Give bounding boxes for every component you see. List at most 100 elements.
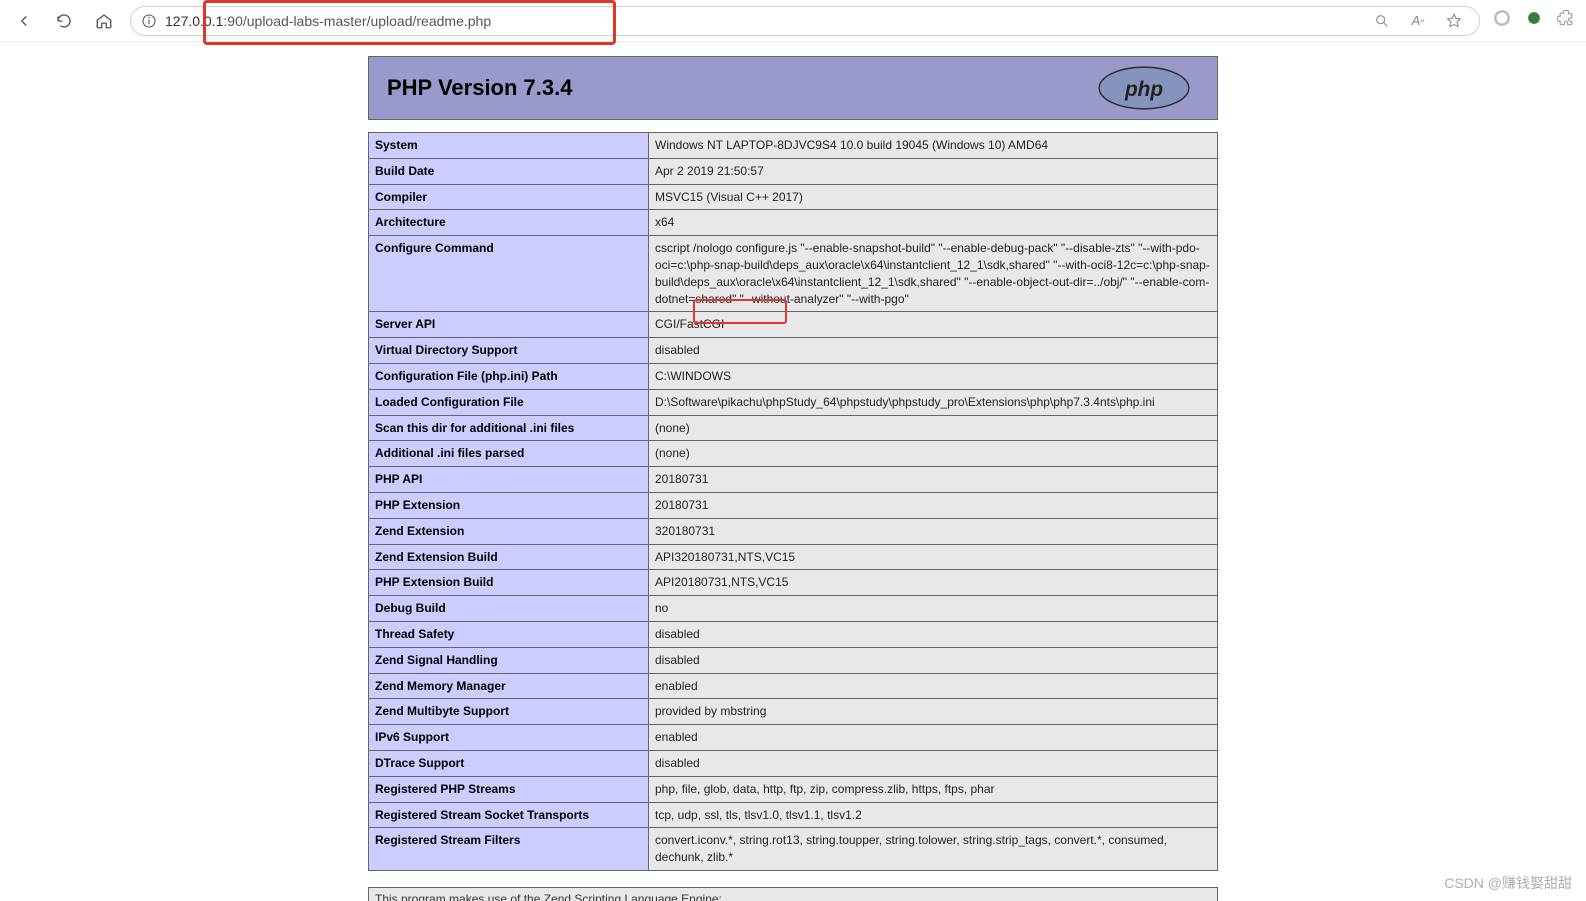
table-row: Zend Memory Managerenabled	[369, 673, 1218, 699]
info-value: php, file, glob, data, http, ftp, zip, c…	[649, 776, 1218, 802]
info-key: Scan this dir for additional .ini files	[369, 415, 649, 441]
table-row: Server APICGI/FastCGI	[369, 312, 1218, 338]
address-bar[interactable]: 127.0.0.1:90/upload-labs-master/upload/r…	[130, 6, 1480, 36]
info-value: enabled	[649, 725, 1218, 751]
extension-puzzle-icon[interactable]	[1556, 8, 1576, 33]
table-row: Loaded Configuration FileD:\Software\pik…	[369, 389, 1218, 415]
page-title: PHP Version 7.3.4	[387, 75, 572, 101]
table-row: Virtual Directory Supportdisabled	[369, 338, 1218, 364]
info-key: DTrace Support	[369, 750, 649, 776]
info-key: Configuration File (php.ini) Path	[369, 363, 649, 389]
site-info-icon[interactable]	[141, 13, 157, 29]
table-row: DTrace Supportdisabled	[369, 750, 1218, 776]
url-text: 127.0.0.1:90/upload-labs-master/upload/r…	[165, 13, 1367, 29]
home-button[interactable]	[90, 7, 118, 35]
info-value: no	[649, 596, 1218, 622]
url-host: 127.0.0.1	[165, 13, 223, 29]
info-key: Configure Command	[369, 236, 649, 312]
zoom-icon[interactable]	[1371, 10, 1393, 32]
info-value: Windows NT LAPTOP-8DJVC9S4 10.0 build 19…	[649, 133, 1218, 159]
extension-green-icon[interactable]	[1524, 8, 1544, 33]
php-logo: php	[1089, 64, 1199, 112]
info-value: 20180731	[649, 467, 1218, 493]
info-value: API320180731,NTS,VC15	[649, 544, 1218, 570]
table-row: Zend Extension320180731	[369, 518, 1218, 544]
url-path: :90/upload-labs-master/upload/readme.php	[223, 13, 491, 29]
info-value: provided by mbstring	[649, 699, 1218, 725]
info-value: D:\Software\pikachu\phpStudy_64\phpstudy…	[649, 389, 1218, 415]
table-row: Zend Multibyte Supportprovided by mbstri…	[369, 699, 1218, 725]
info-value: x64	[649, 210, 1218, 236]
info-key: Registered Stream Socket Transports	[369, 802, 649, 828]
table-row: Registered Stream Filtersconvert.iconv.*…	[369, 828, 1218, 871]
info-key: PHP Extension	[369, 492, 649, 518]
info-value: C:\WINDOWS	[649, 363, 1218, 389]
info-value: Apr 2 2019 21:50:57	[649, 158, 1218, 184]
footer-note: This program makes use of the Zend Scrip…	[368, 887, 1218, 901]
table-row: Build DateApr 2 2019 21:50:57	[369, 158, 1218, 184]
info-key: IPv6 Support	[369, 725, 649, 751]
info-key: Build Date	[369, 158, 649, 184]
info-key: Virtual Directory Support	[369, 338, 649, 364]
info-key: Zend Multibyte Support	[369, 699, 649, 725]
favorite-icon[interactable]	[1443, 10, 1465, 32]
info-value: (none)	[649, 441, 1218, 467]
table-row: Architecturex64	[369, 210, 1218, 236]
info-key: PHP Extension Build	[369, 570, 649, 596]
info-value: CGI/FastCGI	[649, 312, 1218, 338]
info-value: 320180731	[649, 518, 1218, 544]
info-key: Architecture	[369, 210, 649, 236]
table-row: Zend Signal Handlingdisabled	[369, 647, 1218, 673]
table-row: IPv6 Supportenabled	[369, 725, 1218, 751]
phpinfo-header: PHP Version 7.3.4 php	[368, 56, 1218, 120]
info-key: Zend Extension	[369, 518, 649, 544]
extension-circle-icon[interactable]	[1492, 8, 1512, 33]
info-value: cscript /nologo configure.js "--enable-s…	[649, 236, 1218, 312]
phpinfo-table: SystemWindows NT LAPTOP-8DJVC9S4 10.0 bu…	[368, 132, 1218, 871]
table-row: Configure Commandcscript /nologo configu…	[369, 236, 1218, 312]
refresh-button[interactable]	[50, 7, 78, 35]
table-row: Additional .ini files parsed(none)	[369, 441, 1218, 467]
table-row: Debug Buildno	[369, 596, 1218, 622]
info-key: Zend Signal Handling	[369, 647, 649, 673]
read-aloud-icon[interactable]: A»	[1407, 10, 1429, 32]
info-value: API20180731,NTS,VC15	[649, 570, 1218, 596]
table-row: Scan this dir for additional .ini files(…	[369, 415, 1218, 441]
table-row: CompilerMSVC15 (Visual C++ 2017)	[369, 184, 1218, 210]
info-value: disabled	[649, 338, 1218, 364]
info-key: Additional .ini files parsed	[369, 441, 649, 467]
browser-toolbar: 127.0.0.1:90/upload-labs-master/upload/r…	[0, 0, 1586, 42]
table-row: PHP API20180731	[369, 467, 1218, 493]
table-row: Registered PHP Streamsphp, file, glob, d…	[369, 776, 1218, 802]
back-button[interactable]	[10, 7, 38, 35]
info-key: Debug Build	[369, 596, 649, 622]
info-value: (none)	[649, 415, 1218, 441]
info-key: Compiler	[369, 184, 649, 210]
info-key: Registered Stream Filters	[369, 828, 649, 871]
info-key: PHP API	[369, 467, 649, 493]
table-row: PHP Extension20180731	[369, 492, 1218, 518]
info-key: Thread Safety	[369, 621, 649, 647]
info-value: 20180731	[649, 492, 1218, 518]
table-row: SystemWindows NT LAPTOP-8DJVC9S4 10.0 bu…	[369, 133, 1218, 159]
info-key: System	[369, 133, 649, 159]
info-value: disabled	[649, 647, 1218, 673]
table-row: Configuration File (php.ini) PathC:\WIND…	[369, 363, 1218, 389]
info-value: tcp, udp, ssl, tls, tlsv1.0, tlsv1.1, tl…	[649, 802, 1218, 828]
table-row: Registered Stream Socket Transportstcp, …	[369, 802, 1218, 828]
table-row: PHP Extension BuildAPI20180731,NTS,VC15	[369, 570, 1218, 596]
page-content[interactable]: PHP Version 7.3.4 php SystemWindows NT L…	[0, 42, 1586, 901]
table-row: Thread Safetydisabled	[369, 621, 1218, 647]
info-value: disabled	[649, 621, 1218, 647]
info-value: MSVC15 (Visual C++ 2017)	[649, 184, 1218, 210]
info-key: Loaded Configuration File	[369, 389, 649, 415]
table-row: Zend Extension BuildAPI320180731,NTS,VC1…	[369, 544, 1218, 570]
info-value: enabled	[649, 673, 1218, 699]
info-key: Registered PHP Streams	[369, 776, 649, 802]
info-value: disabled	[649, 750, 1218, 776]
svg-text:php: php	[1124, 78, 1163, 101]
info-key: Zend Extension Build	[369, 544, 649, 570]
info-key: Zend Memory Manager	[369, 673, 649, 699]
info-value: convert.iconv.*, string.rot13, string.to…	[649, 828, 1218, 871]
info-key: Server API	[369, 312, 649, 338]
